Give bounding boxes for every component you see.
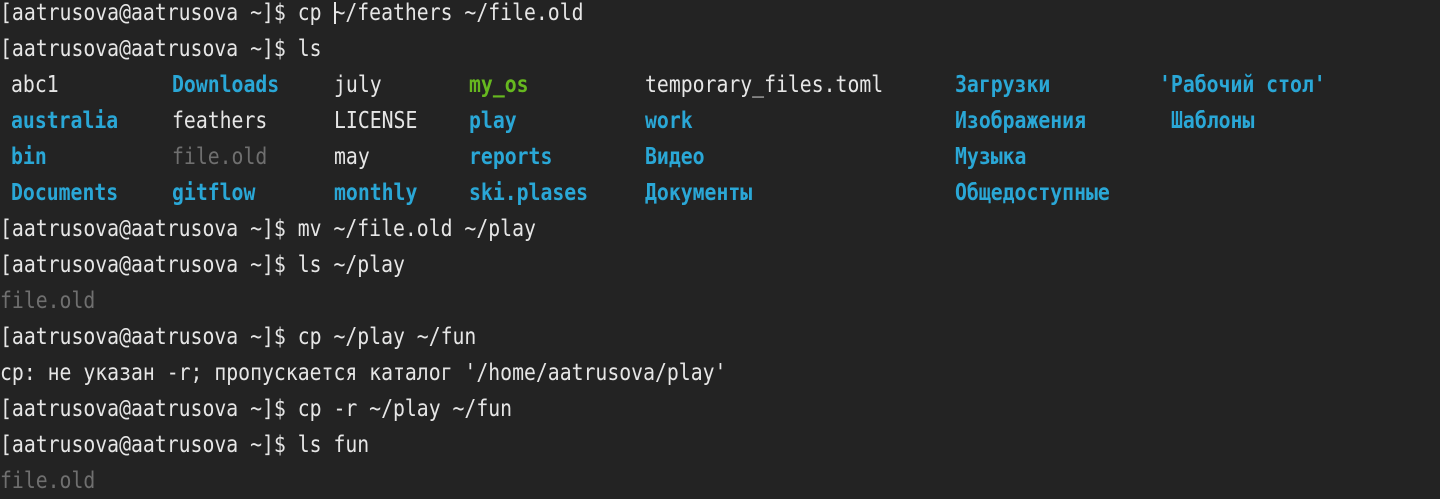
ls-item: bin [11,144,47,170]
terminal-line-7: cp: не указан -r; пропускается каталог '… [0,360,727,386]
ls-item: july [334,72,382,98]
ls-item: my_os [469,72,529,98]
ls-item: reports [469,144,553,170]
ls-item: monthly [334,180,418,206]
ls-item: Музыка [955,144,1027,170]
ls-item: Downloads [172,72,280,98]
ls-item: Загрузки [955,72,1051,98]
ls-item: play [469,108,517,134]
terminal-line-9: [aatrusova@aatrusova ~]$ ls fun [0,432,370,458]
ls-item: ski.plases [469,180,589,206]
terminal-line-5: file.old [0,288,96,314]
ls-item: feathers [172,108,268,134]
terminal-line-4: [aatrusova@aatrusova ~]$ ls ~/play [0,252,405,278]
terminal-window[interactable]: [aatrusova@aatrusova ~]$ cp ~/feathers ~… [0,0,1440,494]
terminal-line-8: [aatrusova@aatrusova ~]$ cp -r ~/play ~/… [0,396,513,422]
ls-item: abc1 [11,72,59,98]
ls-item: Шаблоны [1171,108,1255,134]
ls-item: temporary_files.toml [645,72,884,98]
ls-item: work [645,108,693,134]
ls-item: Общедоступные [955,180,1110,206]
ls-item: Documents [11,180,119,206]
ls-item: may [334,144,370,170]
terminal-line-3: [aatrusova@aatrusova ~]$ mv ~/file.old ~… [0,216,536,242]
terminal-line-6: [aatrusova@aatrusova ~]$ cp ~/play ~/fun [0,324,477,350]
ls-item: file.old [172,144,268,170]
ls-item: 'Рабочий стол' [1159,72,1326,98]
terminal-line-2: [aatrusova@aatrusova ~]$ ls [0,36,322,62]
ls-item: gitflow [172,180,256,206]
text-cursor-icon [334,2,336,24]
terminal-line-1: [aatrusova@aatrusova ~]$ cp ~/feathers ~… [0,0,584,26]
ls-item: Документы [645,180,753,206]
ls-item: Изображения [955,108,1087,134]
ls-item: australia [11,108,119,134]
ls-item: Видео [645,144,705,170]
ls-item: LICENSE [334,108,418,134]
